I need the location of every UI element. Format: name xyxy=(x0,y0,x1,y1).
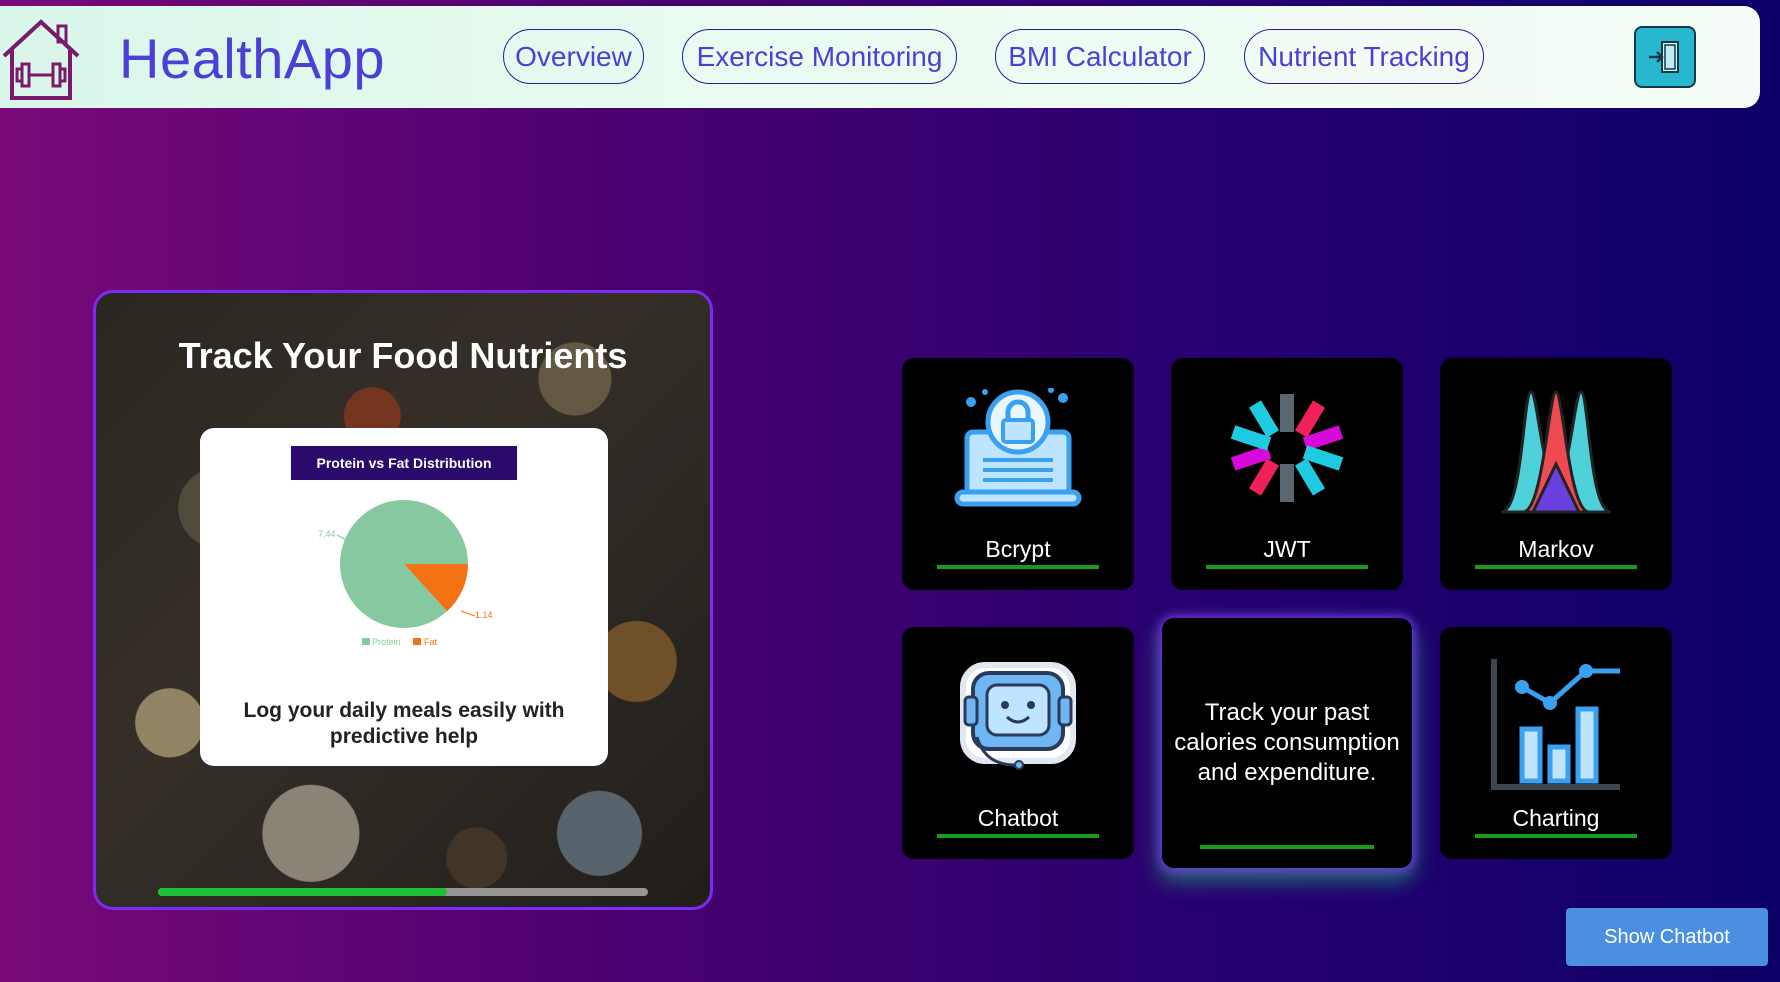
show-chatbot-button[interactable]: Show Chatbot xyxy=(1566,908,1768,966)
data-label-protein: 7.44 xyxy=(318,529,336,539)
legend-swatch-protein xyxy=(362,638,370,645)
nav-bmi-calculator[interactable]: BMI Calculator xyxy=(995,29,1205,84)
tile-calorie-history[interactable]: Track your past calories consumption and… xyxy=(1162,618,1412,868)
tile-description: Track your past calories consumption and… xyxy=(1174,699,1400,786)
data-label-fat: 1.14 xyxy=(475,610,493,620)
tile-underline xyxy=(1475,834,1637,838)
distribution-curves-icon xyxy=(1500,390,1612,514)
slide-caption: Log your daily meals easily with predict… xyxy=(243,699,565,748)
tile-label: Bcrypt xyxy=(985,536,1051,562)
nav-nutrient-tracking[interactable]: Nutrient Tracking xyxy=(1244,29,1484,84)
bar-line-chart-icon xyxy=(1491,659,1620,790)
tile-label: Chatbot xyxy=(977,805,1059,831)
tile-underline xyxy=(1200,845,1374,849)
tile-chatbot[interactable]: Chatbot xyxy=(902,627,1134,859)
top-navbar: HealthApp Overview Exercise Monitoring B… xyxy=(0,6,1760,108)
robot-icon xyxy=(960,662,1076,770)
tile-bcrypt[interactable]: Bcrypt xyxy=(902,358,1134,590)
home-dumbbell-icon[interactable] xyxy=(0,16,82,102)
legend-protein: Protein xyxy=(372,637,401,647)
chart-title: Protein vs Fat Distribution xyxy=(291,446,517,480)
nav-overview[interactable]: Overview xyxy=(503,29,644,84)
jwt-icon xyxy=(1230,394,1344,502)
lock-laptop-icon xyxy=(954,388,1082,507)
tile-jwt[interactable]: JWT xyxy=(1171,358,1403,590)
slide-progress-track xyxy=(158,888,648,896)
tile-underline xyxy=(1206,565,1368,569)
tile-underline xyxy=(1475,565,1637,569)
brand-title[interactable]: HealthApp xyxy=(119,26,385,91)
tile-label: Markov xyxy=(1518,536,1594,562)
logout-button[interactable] xyxy=(1634,26,1696,88)
slide-progress-fill xyxy=(158,888,448,896)
tile-label: JWT xyxy=(1263,536,1311,562)
legend-fat: Fat xyxy=(424,637,438,647)
tile-charting[interactable]: Charting xyxy=(1440,627,1672,859)
slide-chart-panel: Protein vs Fat Distribution 7.44 1.14 Pr… xyxy=(200,428,608,766)
tile-markov[interactable]: Markov xyxy=(1440,358,1672,590)
nav-exercise-monitoring[interactable]: Exercise Monitoring xyxy=(682,29,957,84)
pie-chart: 7.44 1.14 Protein Fat xyxy=(318,500,493,647)
door-enter-icon xyxy=(1649,41,1679,73)
slide-title: Track Your Food Nutrients xyxy=(178,335,628,376)
tile-underline xyxy=(937,834,1099,838)
tile-label: Charting xyxy=(1512,805,1600,831)
legend-swatch-fat xyxy=(413,638,421,645)
nutrient-slide-card[interactable]: Track Your Food Nutrients Protein vs Fat… xyxy=(93,290,713,910)
tile-underline xyxy=(937,565,1099,569)
